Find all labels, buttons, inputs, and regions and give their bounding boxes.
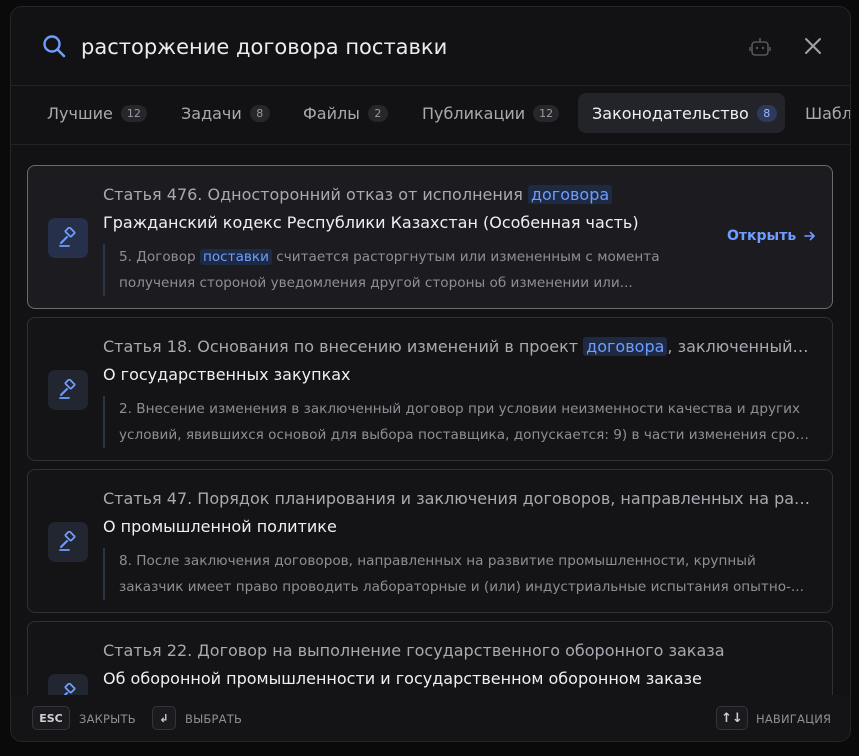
result-title: Статья 22. Договор на выполнение государ… <box>103 641 725 660</box>
snippet-text-end: считается расторгнутым или измененным с … <box>271 249 660 265</box>
tab-count-badge: 12 <box>120 104 147 122</box>
title-text: Статья 18. Основания по внесению изменен… <box>103 337 584 356</box>
search-input[interactable] <box>81 29 641 65</box>
snippet-text: 5. Договор <box>119 249 200 265</box>
tab-tasks[interactable]: Задачи 8 <box>167 93 284 133</box>
gavel-icon <box>48 674 88 695</box>
result-item[interactable]: Статья 22. Договор на выполнение государ… <box>27 621 833 695</box>
result-source: О промышленной политике <box>103 517 337 536</box>
open-button[interactable]: Открыть <box>727 228 816 244</box>
search-bar <box>11 7 850 85</box>
esc-key: ESC <box>32 706 70 730</box>
title-highlight: договора <box>583 337 668 356</box>
tab-count-badge: 2 <box>367 104 388 122</box>
close-hint: ЗАКРЫТЬ <box>79 712 136 726</box>
tab-label: Лучшие <box>47 103 113 123</box>
gavel-icon <box>48 370 88 410</box>
search-icon <box>43 35 66 58</box>
tab-best[interactable]: Лучшие 12 <box>33 93 161 133</box>
close-icon[interactable] <box>802 35 824 57</box>
result-snippet: 5. Договор поставки считается расторгнут… <box>103 244 693 296</box>
arrow-right-icon <box>804 231 815 241</box>
result-title: Статья 18. Основания по внесению изменен… <box>103 334 813 360</box>
gavel-icon <box>48 522 88 562</box>
result-source: Об оборонной промышленности и государств… <box>103 669 702 688</box>
open-label: Открыть <box>727 228 797 244</box>
tabs-divider <box>11 144 850 145</box>
tab-label: Файлы <box>303 103 360 123</box>
tab-count-badge: 12 <box>533 104 560 122</box>
enter-key: ↲ <box>152 706 176 730</box>
tab-count-badge: 8 <box>756 104 777 122</box>
snippet-line: 8. После заключения договоров, направлен… <box>119 553 756 569</box>
title-text: Статья 476. Односторонний отказ от испол… <box>103 185 528 204</box>
robot-icon[interactable] <box>749 36 771 58</box>
tab-count-badge: 8 <box>249 104 270 122</box>
category-tabs: Лучшие 12 Задачи 8 Файлы 2 Публикации 12… <box>11 87 850 143</box>
snippet-line: заказчик имеет право проводить лаборатор… <box>119 579 804 595</box>
result-title: Статья 47. Порядок планирования и заключ… <box>103 489 813 508</box>
navigation-hint: НАВИГАЦИЯ <box>756 712 832 726</box>
result-source: О государственных закупках <box>103 365 351 384</box>
result-snippet: 8. После заключения договоров, направлен… <box>103 548 813 600</box>
tab-legislation[interactable]: Законодательство 8 <box>578 93 785 133</box>
navigation-keys: ↑↓ <box>716 706 748 730</box>
snippet-line: 5. Договор поставки считается расторгнут… <box>119 244 693 270</box>
select-hint: ВЫБРАТЬ <box>185 712 243 726</box>
snippet-line: условий, явившихся основой для выбора по… <box>119 427 813 443</box>
results-list: Статья 476. Односторонний отказ от испол… <box>11 151 850 695</box>
tab-publications[interactable]: Публикации 12 <box>408 93 573 133</box>
result-item[interactable]: Статья 476. Односторонний отказ от испол… <box>27 165 833 309</box>
tab-files[interactable]: Файлы 2 <box>289 93 402 133</box>
snippet-highlight: поставки <box>199 249 272 265</box>
command-palette: Лучшие 12 Задачи 8 Файлы 2 Публикации 12… <box>10 6 851 742</box>
footer: ESC ЗАКРЫТЬ ↲ ВЫБРАТЬ ↑↓ НАВИГАЦИЯ <box>11 695 850 741</box>
result-item[interactable]: Статья 18. Основания по внесению изменен… <box>27 317 833 461</box>
tab-label: Публикации <box>422 103 526 123</box>
result-snippet: 2. Внесение изменения в заключенный дого… <box>103 396 813 448</box>
title-text-end: , заключенный до... <box>667 337 813 356</box>
tab-templates[interactable]: Шабл <box>791 93 850 133</box>
tab-label: Законодательство <box>592 103 749 123</box>
result-item[interactable]: Статья 47. Порядок планирования и заключ… <box>27 469 833 613</box>
gavel-icon <box>48 218 88 258</box>
result-source: Гражданский кодекс Республики Казахстан … <box>103 213 639 232</box>
snippet-line: получения стороной уведомления другой ст… <box>119 275 633 291</box>
result-title: Статья 476. Односторонний отказ от испол… <box>103 182 813 208</box>
title-highlight: договора <box>527 185 613 204</box>
search-divider <box>11 85 850 86</box>
tab-label: Задачи <box>181 103 242 123</box>
tab-label: Шабл <box>805 103 850 123</box>
snippet-line: 2. Внесение изменения в заключенный дого… <box>119 401 801 417</box>
